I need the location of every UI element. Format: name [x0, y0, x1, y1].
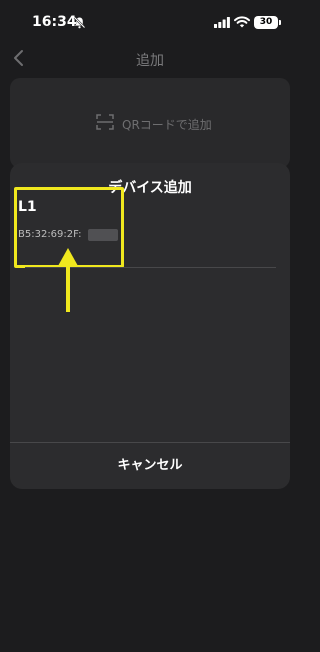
signal-icon: [214, 17, 230, 28]
page-title: 追加: [136, 53, 164, 69]
device-name: L1: [18, 199, 37, 215]
arrow-up-icon: [58, 248, 78, 312]
cancel-button[interactable]: キャンセル: [10, 443, 290, 489]
device-mac-address: B5:32:69:2F:: [18, 229, 82, 240]
battery-cap: [279, 20, 281, 25]
battery-icon: 30: [254, 16, 278, 29]
qr-add-label: QRコードで追加: [122, 118, 212, 132]
status-time: 16:34: [32, 14, 77, 30]
qr-scan-icon: [96, 114, 114, 130]
bell-slash-icon: [73, 16, 86, 29]
device-add-dialog: デバイス追加 L1 B5:32:69:2F: キャンセル: [10, 163, 290, 489]
status-bar: 16:34 30: [0, 0, 300, 46]
wifi-icon: [234, 16, 250, 28]
mac-redaction: [88, 229, 118, 241]
